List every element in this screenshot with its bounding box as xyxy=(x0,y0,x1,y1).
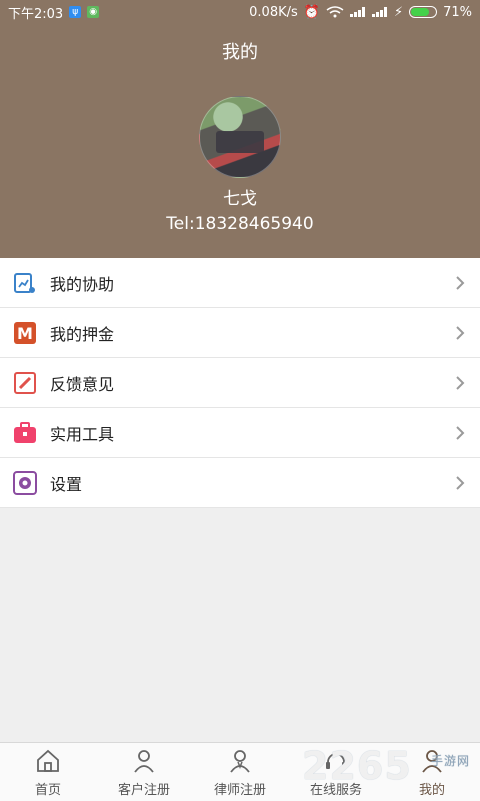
feedback-icon xyxy=(12,370,38,396)
menu-label-assist: 我的协助 xyxy=(50,274,115,294)
menu-label-deposit: 我的押金 xyxy=(50,324,115,344)
signal-icon xyxy=(349,7,366,17)
battery-level: 71% xyxy=(443,4,472,20)
profile-menu: 我的协助 M 我的押金 反馈意见 实用工具 设置 xyxy=(0,258,480,508)
chevron-right-icon xyxy=(456,276,465,290)
toolbox-icon xyxy=(12,420,38,446)
user-tel: Tel:18328465940 xyxy=(166,214,314,234)
watermark-sub: 手游网 xyxy=(430,754,470,768)
menu-item-settings[interactable]: 设置 xyxy=(0,458,480,508)
network-speed: 0.08K/s xyxy=(249,4,298,20)
android-icon: ◉ xyxy=(87,6,100,18)
svg-text:M: M xyxy=(17,324,33,343)
nav-client-register-label: 客户注册 xyxy=(117,783,170,798)
home-icon xyxy=(37,749,59,772)
menu-item-tools[interactable]: 实用工具 xyxy=(0,408,480,458)
watermark-logo: 2265 手游网 xyxy=(302,744,469,788)
chevron-right-icon xyxy=(456,476,465,490)
battery-icon xyxy=(409,6,438,18)
client-register-icon xyxy=(134,750,154,773)
nav-lawyer-register-label: 律师注册 xyxy=(213,783,266,798)
settings-icon xyxy=(12,470,38,496)
nav-home-label: 首页 xyxy=(34,783,61,798)
status-time: 下午2:03 xyxy=(8,6,64,22)
menu-item-feedback[interactable]: 反馈意见 xyxy=(0,358,480,408)
chevron-right-icon xyxy=(456,326,465,340)
charging-icon: ⚡ xyxy=(393,4,404,20)
nav-home[interactable]: 首页 xyxy=(0,743,96,801)
user-name: 七戈 xyxy=(223,189,257,209)
menu-item-assist[interactable]: 我的协助 xyxy=(0,258,480,308)
chevron-right-icon xyxy=(456,426,465,440)
nav-lawyer-register[interactable]: 律师注册 xyxy=(192,743,288,801)
menu-label-tools: 实用工具 xyxy=(50,424,115,444)
chevron-right-icon xyxy=(456,376,465,390)
menu-label-feedback: 反馈意见 xyxy=(50,374,115,394)
wifi-icon xyxy=(326,6,344,18)
deposit-icon: M xyxy=(12,320,38,346)
alarm-icon: ⏰ xyxy=(303,4,320,20)
usb-icon: ψ xyxy=(69,6,82,18)
watermark-brand: 2265 xyxy=(302,744,412,788)
menu-label-settings: 设置 xyxy=(50,474,83,494)
lawyer-register-icon xyxy=(230,750,250,773)
menu-item-deposit[interactable]: M 我的押金 xyxy=(0,308,480,358)
profile-header: 我的 七戈 Tel:18328465940 xyxy=(0,24,480,258)
status-bar: 下午2:03 ψ ◉ 0.08K/s ⏰ ⚡ 71% xyxy=(0,0,480,24)
signal-icon-2 xyxy=(371,7,388,17)
assist-icon xyxy=(12,270,38,296)
nav-client-register[interactable]: 客户注册 xyxy=(96,743,192,801)
status-right: 0.08K/s ⏰ ⚡ 71% xyxy=(249,5,472,20)
status-left: 下午2:03 ψ ◉ xyxy=(8,3,100,22)
avatar[interactable] xyxy=(199,96,281,178)
page-title: 我的 xyxy=(222,42,258,63)
